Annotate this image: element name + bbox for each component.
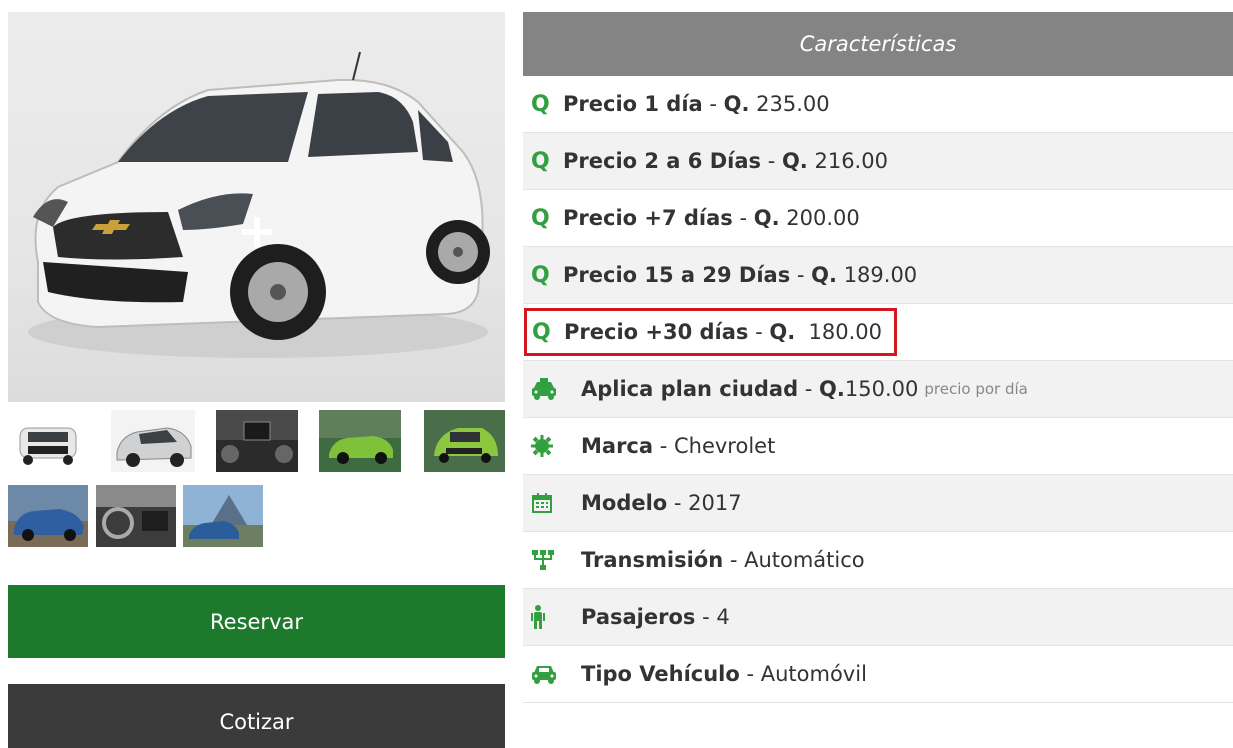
feature-separator: - xyxy=(695,605,717,629)
feature-row: Q Precio +30 días - Q. 180.00 xyxy=(523,304,1233,361)
feature-label: Precio 2 a 6 Días xyxy=(563,149,762,173)
feature-separator: - xyxy=(702,92,724,116)
feature-separator: - xyxy=(667,491,689,515)
zoom-plus-icon[interactable] xyxy=(242,217,272,247)
feature-separator: - xyxy=(798,377,820,401)
feature-row: Transmisión - Automático xyxy=(523,532,1233,589)
feature-value: 235.00 xyxy=(749,92,830,116)
quetzal-icon: Q xyxy=(531,262,550,288)
feature-content: Q Precio 15 a 29 Días - Q. 189.00 xyxy=(531,262,918,288)
thumbnail-car-dashboard[interactable] xyxy=(216,410,298,472)
thumbnail-car-blue-road[interactable] xyxy=(8,485,88,547)
feature-label: Precio +30 días xyxy=(564,320,749,344)
feature-value: Chevrolet xyxy=(673,434,776,458)
feature-row: Modelo - 2017 xyxy=(523,475,1233,532)
quetzal-icon: Q xyxy=(531,148,550,174)
feature-value: Automóvil xyxy=(760,662,867,686)
feature-content: Pasajeros - 4 xyxy=(531,605,730,629)
feature-label: Pasajeros xyxy=(581,605,696,629)
quetzal-icon: Q xyxy=(532,319,551,345)
feature-row: Q Precio +7 días - Q. 200.00 xyxy=(523,190,1233,247)
feature-content: Tipo Vehículo - Automóvil xyxy=(531,662,867,686)
feature-separator: - xyxy=(790,263,812,287)
features-rows: Q Precio 1 día - Q. 235.00 Q Precio 2 a 6 D… xyxy=(523,76,1233,703)
gear-icon xyxy=(531,434,561,458)
feature-content: Q Precio 1 día - Q. 235.00 xyxy=(531,91,830,117)
feature-currency: Q. xyxy=(723,92,750,116)
feature-currency: Q. xyxy=(781,149,808,173)
feature-value: 200.00 xyxy=(779,206,860,230)
cotizar-button[interactable]: Cotizar xyxy=(8,684,505,748)
feature-content: Modelo - 2017 xyxy=(531,491,742,515)
thumbnail-car-green-side[interactable] xyxy=(319,410,401,472)
feature-label: Tipo Vehículo xyxy=(581,662,740,686)
feature-label: Modelo xyxy=(581,491,668,515)
feature-currency: Q. xyxy=(753,206,780,230)
thumbnail-car-front-white[interactable] xyxy=(8,410,88,472)
thumbnail-row xyxy=(8,485,505,547)
feature-row: Q Precio 15 a 29 Días - Q. 189.00 xyxy=(523,247,1233,304)
thumbnail-car-green-front[interactable] xyxy=(424,410,505,472)
car-icon xyxy=(531,662,561,686)
calendar-icon xyxy=(531,491,561,515)
feature-value: 180.00 xyxy=(795,320,883,344)
feature-value: 216.00 xyxy=(807,149,888,173)
feature-row: Q Precio 2 a 6 Días - Q. 216.00 xyxy=(523,133,1233,190)
thumbnail-car-side-silver[interactable] xyxy=(111,410,195,472)
feature-content: Aplica plan ciudad - Q. 150.00 precio por … xyxy=(531,377,1028,401)
feature-separator: - xyxy=(732,206,754,230)
quetzal-icon: Q xyxy=(531,91,550,117)
feature-label: Transmisión xyxy=(581,548,724,572)
feature-value: 150.00 xyxy=(844,377,919,401)
feature-value: 189.00 xyxy=(837,263,918,287)
thumbnail-row xyxy=(8,410,505,472)
thumbnail-car-interior[interactable] xyxy=(96,485,176,547)
feature-separator: - xyxy=(653,434,674,458)
feature-row: Aplica plan ciudad - Q. 150.00 precio por … xyxy=(523,361,1233,418)
person-icon xyxy=(531,605,561,629)
feature-label: Precio 15 a 29 Días xyxy=(563,263,791,287)
feature-content: Q Precio 2 a 6 Días - Q. 216.00 xyxy=(531,148,888,174)
feature-label: Marca xyxy=(581,434,654,458)
highlight-box: Q Precio +30 días - Q. 180.00 xyxy=(524,308,898,356)
transmission-icon xyxy=(531,548,561,572)
feature-separator: - xyxy=(739,662,761,686)
quetzal-icon: Q xyxy=(531,205,550,231)
thumbnail-car-blue-volcano[interactable] xyxy=(183,485,263,547)
feature-row: Tipo Vehículo - Automóvil xyxy=(523,646,1233,703)
feature-note: precio por día xyxy=(924,380,1028,398)
reservar-button[interactable]: Reservar xyxy=(8,585,505,658)
feature-separator: - xyxy=(723,548,745,572)
feature-label: Precio +7 días xyxy=(563,206,733,230)
feature-separator: - xyxy=(748,320,770,344)
feature-value: 2017 xyxy=(688,491,742,515)
feature-currency: Q. xyxy=(819,377,845,401)
feature-row: Marca - Chevrolet xyxy=(523,418,1233,475)
main-car-photo[interactable] xyxy=(8,12,505,402)
taxi-icon xyxy=(531,377,561,401)
feature-label: Precio 1 día xyxy=(563,92,703,116)
feature-row: Pasajeros - 4 xyxy=(523,589,1233,646)
feature-currency: Q. xyxy=(811,263,838,287)
feature-content: Transmisión - Automático xyxy=(531,548,865,572)
feature-currency: Q. xyxy=(769,320,796,344)
feature-label: Aplica plan ciudad xyxy=(581,377,799,401)
feature-value: 4 xyxy=(716,605,730,629)
feature-separator: - xyxy=(761,149,782,173)
features-table: Características Q Precio 1 día - Q. 235.0… xyxy=(523,12,1233,703)
feature-row: Q Precio 1 día - Q. 235.00 xyxy=(523,76,1233,133)
feature-value: Automático xyxy=(744,548,865,572)
feature-content: Marca - Chevrolet xyxy=(531,434,775,458)
feature-content: Q Precio +7 días - Q. 200.00 xyxy=(531,205,860,231)
features-header: Características xyxy=(523,12,1233,76)
